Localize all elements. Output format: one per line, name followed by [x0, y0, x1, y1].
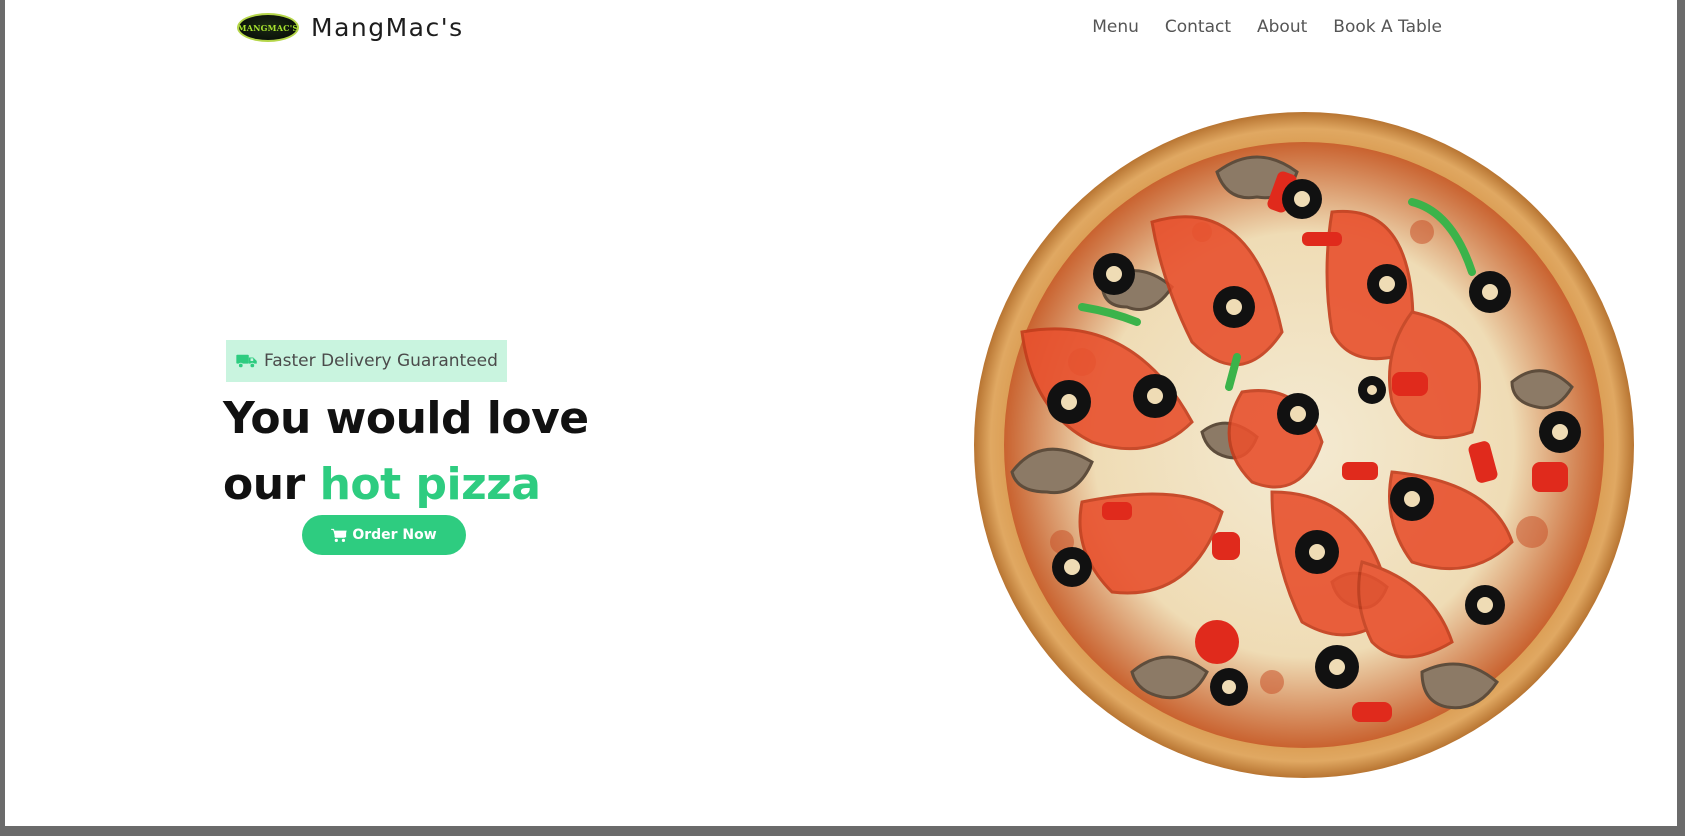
nav-item-contact[interactable]: Contact: [1165, 17, 1231, 37]
pizza-image: [972, 112, 1637, 782]
nav-item-menu[interactable]: Menu: [1092, 17, 1139, 37]
truck-icon: [236, 354, 257, 369]
site-header: MANGMAC'S MangMac's Menu Contact About B…: [5, 0, 1677, 58]
main-nav: Menu Contact About Book A Table: [1092, 17, 1442, 37]
headline-line-1: You would love: [223, 393, 589, 444]
page: MANGMAC'S MangMac's Menu Contact About B…: [5, 0, 1677, 826]
brand-name: MangMac's: [311, 13, 464, 42]
logo-text: MANGMAC'S: [237, 22, 299, 33]
order-now-button[interactable]: Order Now: [302, 515, 466, 555]
cart-icon: [331, 528, 348, 542]
logo-badge: MANGMAC'S: [237, 13, 299, 42]
logo-link[interactable]: MANGMAC'S MangMac's: [237, 13, 464, 42]
hero-headline: You would love our hot pizza: [223, 386, 589, 518]
nav-item-book-a-table[interactable]: Book A Table: [1333, 17, 1442, 37]
delivery-badge: Faster Delivery Guaranteed: [226, 340, 507, 382]
delivery-badge-label: Faster Delivery Guaranteed: [264, 351, 498, 371]
pizza-illustration: [974, 112, 1634, 778]
headline-line-2-prefix: our: [223, 459, 305, 510]
order-now-label: Order Now: [352, 527, 437, 543]
nav-item-about[interactable]: About: [1257, 17, 1307, 37]
headline-accent: hot pizza: [319, 459, 541, 510]
